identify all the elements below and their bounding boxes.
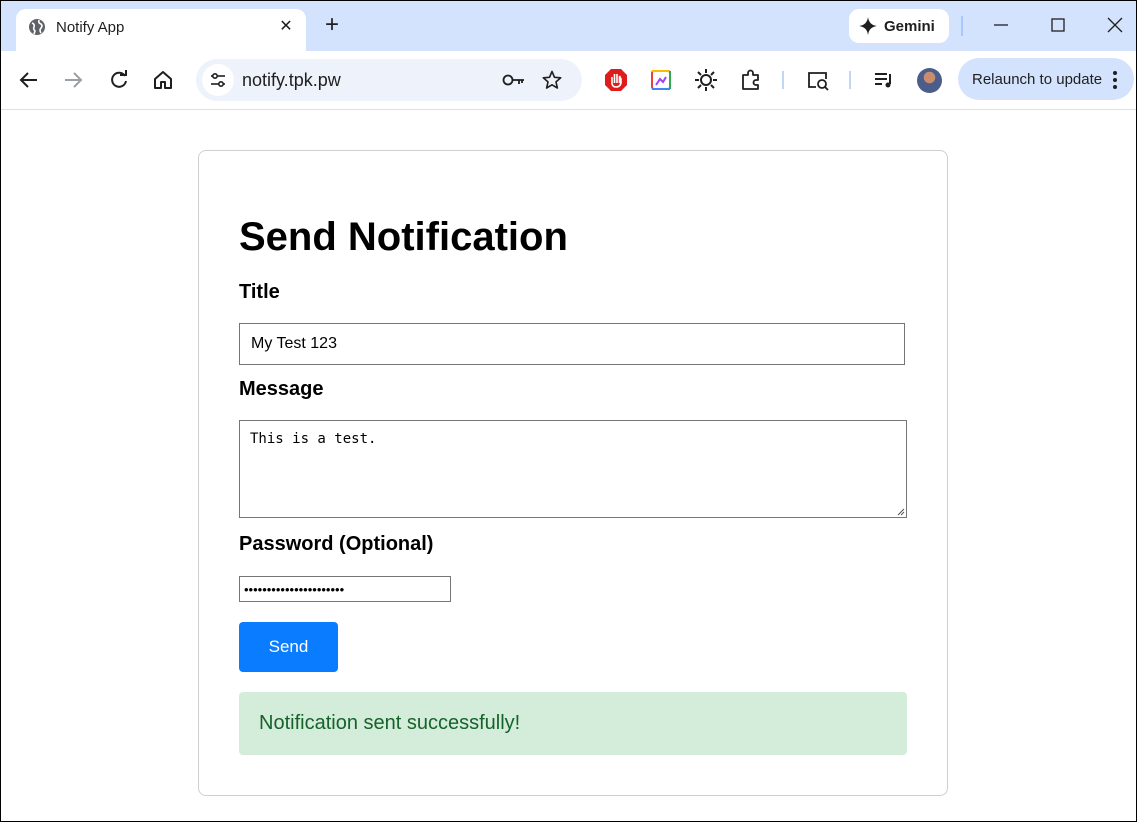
tab-title: Notify App [56,19,125,36]
page-title: Send Notification [239,215,568,259]
globe-icon [29,19,45,35]
page-content: Send Notification Title Message This is … [1,110,1136,821]
toolbar-divider [782,71,784,89]
success-alert: Notification sent successfully! [239,692,907,755]
bookmark-star-icon[interactable] [542,70,562,90]
reload-icon[interactable] [108,69,130,91]
password-label: Password (Optional) [239,533,434,555]
minimize-icon[interactable] [991,15,1011,35]
site-info-button[interactable] [202,64,234,96]
browser-toolbar: notify.tpk.pw Relaunch to update [1,51,1136,110]
back-arrow-icon[interactable] [18,69,40,91]
extensions-puzzle-icon[interactable] [739,68,763,92]
message-label: Message [239,378,324,400]
forward-arrow-icon[interactable] [62,69,84,91]
toolbar-divider [849,71,851,89]
tune-icon [211,72,225,88]
relaunch-label: Relaunch to update [972,71,1103,88]
maximize-icon[interactable] [1048,15,1068,35]
close-tab-icon[interactable]: ✕ [276,17,296,37]
success-message: Notification sent successfully! [259,712,521,734]
title-label: Title [239,281,280,303]
sun-burst-extension-icon[interactable] [694,68,718,92]
resize-grip-icon[interactable] [895,506,905,516]
title-bar-divider [961,16,963,36]
gemini-label: Gemini [884,18,935,35]
relaunch-to-update-button[interactable]: Relaunch to update [958,58,1134,100]
url-text: notify.tpk.pw [242,70,341,90]
key-icon[interactable] [502,70,526,90]
close-window-icon[interactable] [1105,15,1125,35]
more-menu-icon[interactable] [1112,70,1118,90]
gemini-button[interactable]: Gemini [849,9,949,43]
password-input[interactable] [239,576,451,602]
send-button[interactable]: Send [239,622,338,672]
title-bar: Notify App ✕ + Gemini [1,1,1136,51]
media-playlist-icon[interactable] [872,68,896,92]
profile-avatar[interactable] [917,68,942,93]
new-tab-button[interactable]: + [321,13,343,37]
address-bar[interactable]: notify.tpk.pw [196,59,582,101]
message-textarea[interactable]: This is a test. [239,420,907,518]
notification-form-card: Send Notification Title Message This is … [198,150,948,796]
home-icon[interactable] [152,69,174,91]
gemini-sparkle-icon [859,17,877,35]
colorful-picture-extension-icon[interactable] [649,68,673,92]
ublock-extension-icon[interactable] [604,68,628,92]
tab-search-icon[interactable] [806,68,830,92]
tab-notify-app[interactable]: Notify App ✕ [16,9,306,51]
title-input[interactable] [239,323,905,365]
browser-window: Notify App ✕ + Gemini notify.tpk.pw Rela… [0,0,1137,822]
